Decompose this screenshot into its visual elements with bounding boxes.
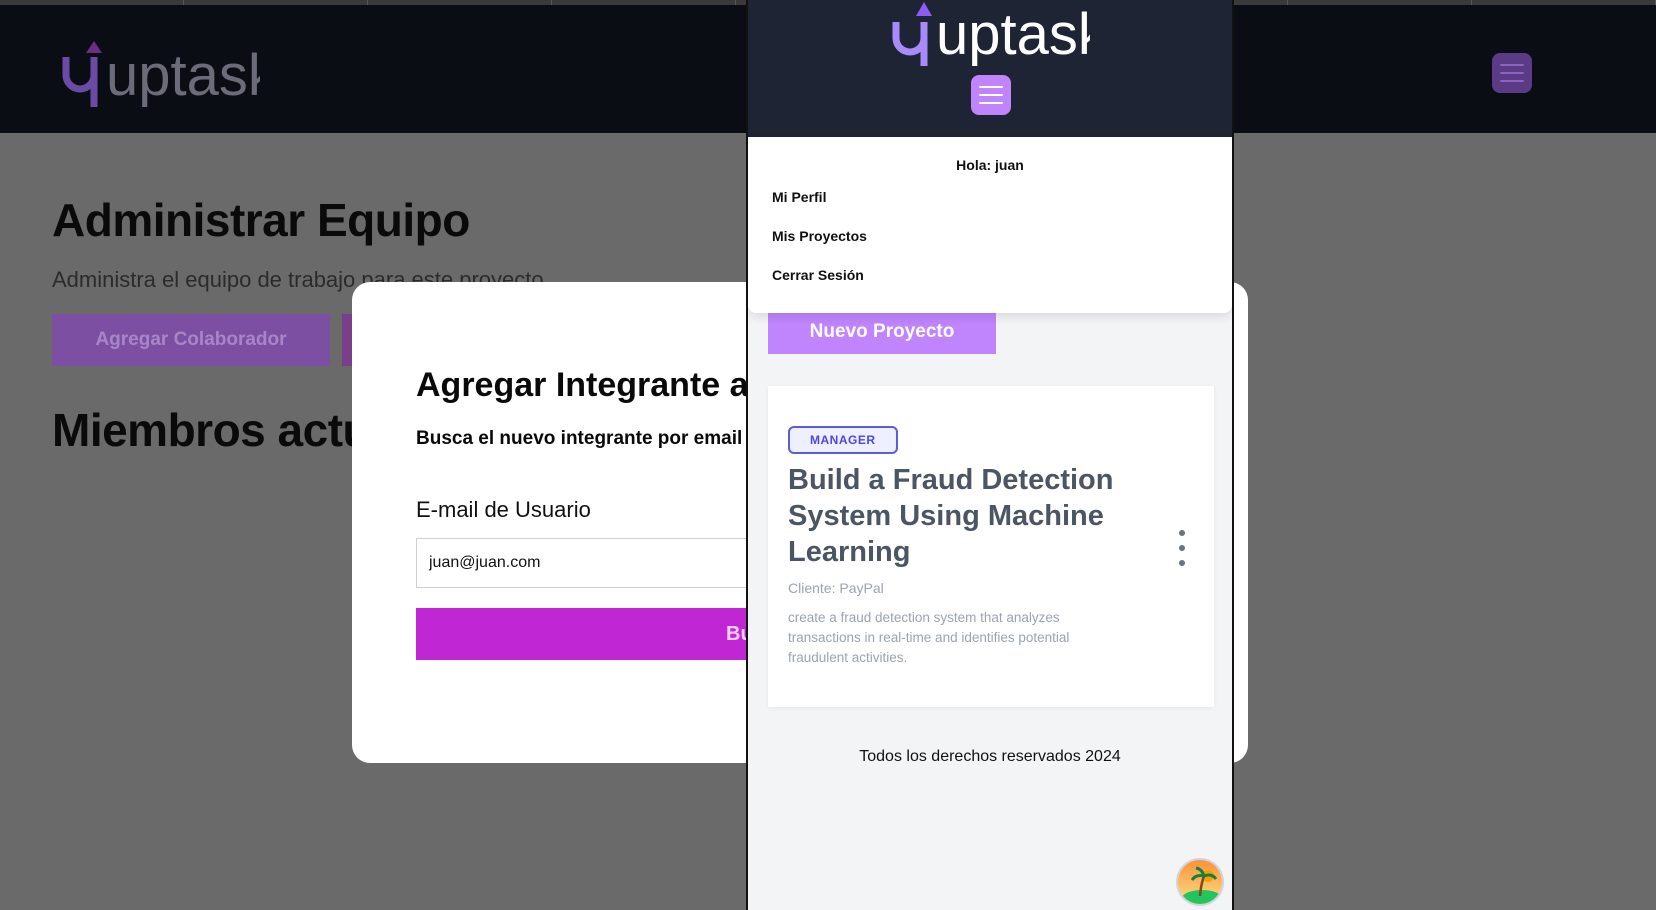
project-title[interactable]: Build a Fraud Detection System Using Mac…	[788, 462, 1128, 570]
footer-text: Todos los derechos reservados 2024	[859, 748, 1121, 765]
project-description: create a fraud detection system that ana…	[788, 610, 1070, 665]
menu-item-profile[interactable]: Mi Perfil	[772, 189, 826, 205]
kebab-menu-icon[interactable]	[1174, 530, 1190, 566]
logo-text: uptask	[106, 43, 260, 108]
mobile-header: uptask	[748, 0, 1232, 137]
project-client: Cliente: PayPal	[788, 580, 884, 596]
user-dropdown-menu: Hola: juan Mi Perfil Mis Proyectos Cerra…	[748, 137, 1232, 313]
menu-item-projects[interactable]: Mis Proyectos	[772, 228, 867, 244]
modal-subtitle: Busca el nuevo integrante por email	[416, 428, 743, 449]
email-label: E-mail de Usuario	[416, 497, 591, 522]
logo-graphic: uptask	[892, 2, 1108, 67]
user-avatar-icon[interactable]	[1176, 858, 1224, 906]
logo-text: uptask	[936, 2, 1090, 67]
uptask-logo[interactable]: uptask	[60, 35, 278, 116]
new-project-button[interactable]: Nuevo Proyecto	[768, 310, 996, 354]
mobile-view: uptask Nuevo Proyecto MANAGER Build a Fr…	[746, 0, 1234, 910]
role-badge: MANAGER	[788, 426, 898, 454]
project-card: MANAGER Build a Fraud Detection System U…	[768, 386, 1214, 707]
hamburger-icon[interactable]	[1492, 53, 1532, 93]
page-title: Administrar Equipo	[52, 194, 470, 246]
menu-item-logout[interactable]: Cerrar Sesión	[772, 267, 864, 283]
add-collaborator-button[interactable]: Agregar Colaborador	[52, 314, 330, 366]
user-greeting: Hola: juan	[956, 157, 1024, 173]
hamburger-icon[interactable]	[971, 75, 1011, 115]
uptask-logo[interactable]: uptask	[890, 0, 1108, 75]
logo-graphic: uptask	[62, 41, 278, 108]
